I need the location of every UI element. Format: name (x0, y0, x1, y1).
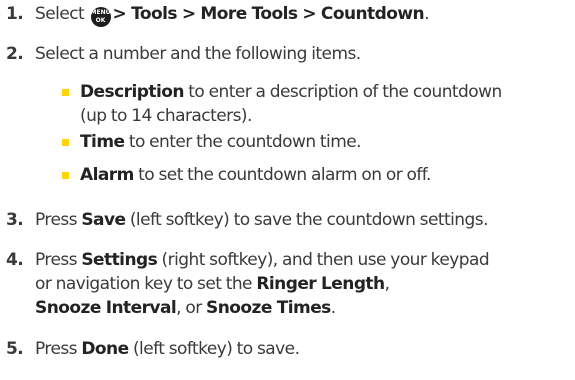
step-text: Select a number and the following items. (35, 44, 361, 64)
bullet-marker (62, 89, 69, 96)
softkey-settings: Settings (81, 250, 158, 270)
step-number: 2. (6, 44, 24, 64)
option-ringer-length: Ringer Length (256, 274, 385, 294)
option-snooze-times: Snooze Times (206, 298, 331, 318)
step-number: 3. (6, 210, 24, 230)
bullet-marker (62, 139, 69, 146)
step-number: 4. (6, 250, 24, 270)
bullet-label: Description (80, 82, 184, 102)
menu-ok-icon: MENU OK (90, 7, 111, 27)
step-4-cont-2: Snooze Interval, or Snooze Times. (35, 298, 336, 318)
bullet-item-time: Time to enter the countdown time. (80, 132, 362, 152)
softkey-save: Save (81, 210, 126, 230)
option-snooze-interval: Snooze Interval (35, 298, 177, 318)
step-text: Select (35, 4, 89, 24)
step-number: 5. (6, 339, 24, 359)
softkey-done: Done (81, 339, 129, 359)
step-number: 1. (6, 4, 24, 24)
bullet-item-alarm: Alarm to set the countdown alarm on or o… (80, 165, 431, 185)
menu-path: > Tools > More Tools > Countdown (112, 4, 425, 24)
step-4-cont: or navigation key to set the Ringer Leng… (35, 274, 390, 294)
bullet-marker (62, 172, 69, 179)
bullet-label: Alarm (80, 165, 134, 185)
bullet-item-description-cont: (up to 14 characters). (80, 106, 252, 126)
bullet-item-description: Description to enter a description of th… (80, 82, 502, 102)
bullet-label: Time (80, 132, 125, 152)
